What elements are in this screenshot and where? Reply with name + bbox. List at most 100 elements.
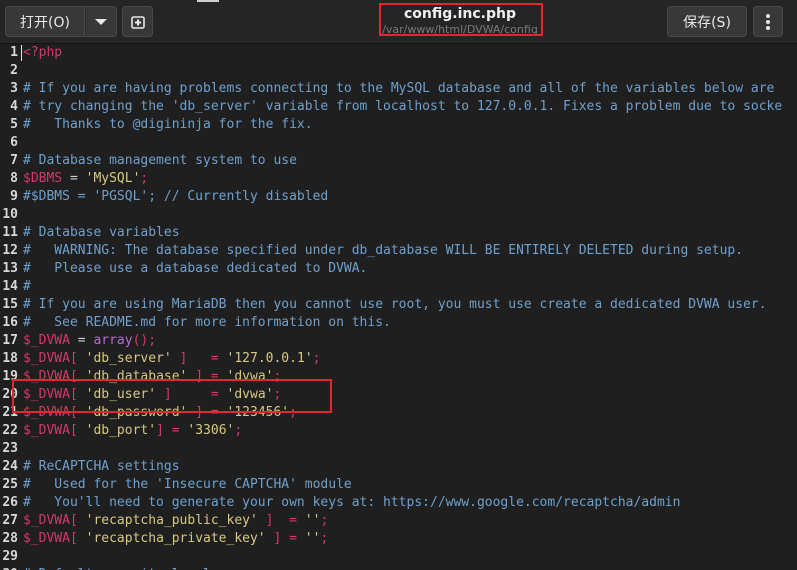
code-token: '' <box>304 513 321 528</box>
line-text: # Please use a database dedicated to DVW… <box>23 260 367 278</box>
line-number: 8 <box>10 171 18 186</box>
code-token: ; <box>140 171 149 186</box>
code-token: # If you are having problems connecting … <box>23 81 775 96</box>
save-button-label: 保存(S) <box>683 14 731 31</box>
code-line: 14 # <box>0 278 797 296</box>
line-number: 7 <box>10 153 18 168</box>
save-button[interactable]: 保存(S) <box>667 6 747 37</box>
code-line: 17 $_DVWA = array(); <box>0 332 797 350</box>
code-token: = <box>69 333 94 348</box>
new-tab-button[interactable] <box>122 6 153 37</box>
code-line: 7 # Database management system to use <box>0 152 797 170</box>
line-text: # WARNING: The database specified under … <box>23 242 743 260</box>
open-dropdown-button[interactable] <box>85 6 117 37</box>
line-text: # Database variables <box>23 224 180 242</box>
header-bar: 打开(O) config.inc.php /var/www/html/DVWA/… <box>0 0 797 44</box>
line-text: # If you are having problems connecting … <box>23 80 774 98</box>
code-token: 'db_server' <box>85 351 172 366</box>
menu-button[interactable] <box>753 6 783 37</box>
code-line: 11 # Database variables <box>0 224 797 242</box>
line-text: # Default security level <box>23 566 211 570</box>
code-token: (); <box>132 333 157 348</box>
code-token: # If you are using MariaDB then you cann… <box>23 297 767 312</box>
line-text: # See README.md for more information on … <box>23 314 391 332</box>
code-line: 30 # Default security level <box>0 566 797 570</box>
kebab-menu-icon <box>766 13 770 30</box>
code-line: 1 <?php <box>0 44 797 62</box>
code-token: $DBMS <box>23 171 63 186</box>
new-document-icon <box>130 15 145 29</box>
credentials-highlight-box <box>12 379 332 413</box>
line-text: $_DVWA[ 'db_port'] = '3306'; <box>23 422 242 440</box>
code-token: '127.0.0.1' <box>226 351 313 366</box>
line-number: 18 <box>2 351 18 366</box>
code-token: ] = <box>257 513 305 528</box>
line-text: # Used for the 'Insecure CAPTCHA' module <box>23 476 352 494</box>
code-token: # Thanks to @digininja for the fix. <box>23 117 313 132</box>
code-token: $_DVWA <box>23 333 70 348</box>
code-line: 22 $_DVWA[ 'db_port'] = '3306'; <box>0 422 797 440</box>
line-number: 24 <box>2 459 18 474</box>
open-button-label: 打开(O) <box>20 14 70 31</box>
code-token: #$DBMS = 'PGSQL'; // Currently disabled <box>23 189 329 204</box>
line-number: 28 <box>2 531 18 546</box>
code-line: 8 $DBMS = 'MySQL'; <box>0 170 797 188</box>
line-text: # Thanks to @digininja for the fix. <box>23 116 313 134</box>
line-number: 5 <box>10 117 18 132</box>
line-text: $_DVWA[ 'recaptcha_private_key' ] = ''; <box>23 530 328 548</box>
code-token: ] = <box>265 531 305 546</box>
code-token: ] = <box>171 351 227 366</box>
line-text: $_DVWA = array(); <box>23 332 156 350</box>
line-text: # You'll need to generate your own keys … <box>23 494 680 512</box>
line-number: 27 <box>2 513 18 528</box>
code-line: 2 <box>0 62 797 80</box>
line-number: 2 <box>10 63 18 78</box>
line-text: $DBMS = 'MySQL'; <box>23 170 148 188</box>
line-number: 6 <box>10 135 18 150</box>
code-token: '' <box>304 531 321 546</box>
code-line: 26 # You'll need to generate your own key… <box>0 494 797 512</box>
line-text: # <box>23 278 31 296</box>
text-cursor <box>21 45 22 61</box>
code-token: ?php <box>30 45 63 60</box>
line-number: 14 <box>2 279 18 294</box>
code-token: [ <box>69 423 86 438</box>
line-text: # try changing the 'db_server' variable … <box>23 98 782 116</box>
code-line: 15 # If you are using MariaDB then you ca… <box>0 296 797 314</box>
code-line: 13 # Please use a database dedicated to D… <box>0 260 797 278</box>
line-number: 3 <box>10 81 18 96</box>
line-number: 1 <box>10 45 18 60</box>
code-token: # See README.md for more information on … <box>23 315 391 330</box>
code-token: '3306' <box>187 423 235 438</box>
line-text: #$DBMS = 'PGSQL'; // Currently disabled <box>23 188 328 206</box>
line-number: 9 <box>10 189 18 204</box>
code-token: ; <box>320 513 329 528</box>
code-token: ; <box>234 423 243 438</box>
title-highlight-box <box>379 3 543 36</box>
code-line: 18 $_DVWA[ 'db_server' ] = '127.0.0.1'; <box>0 350 797 368</box>
line-number: 16 <box>2 315 18 330</box>
code-editor[interactable]: 1 <?php 2 3 # If you are having problems con… <box>0 44 797 570</box>
code-line: 28 $_DVWA[ 'recaptcha_private_key' ] = ''… <box>0 530 797 548</box>
line-text: $_DVWA[ 'db_server' ] = '127.0.0.1'; <box>23 350 320 368</box>
line-number: 10 <box>2 207 18 222</box>
code-line: 10 <box>0 206 797 224</box>
code-token: # Database management system to use <box>23 153 297 168</box>
line-text: # ReCAPTCHA settings <box>23 458 180 476</box>
code-token: 'MySQL' <box>85 171 141 186</box>
code-token: 'db_port' <box>85 423 157 438</box>
line-number: 17 <box>2 333 18 348</box>
code-line: 24 # ReCAPTCHA settings <box>0 458 797 476</box>
code-line: 29 <box>0 548 797 566</box>
code-token: # You'll need to generate your own keys … <box>23 495 681 510</box>
code-token: # Database variables <box>23 225 180 240</box>
line-text: <?php <box>23 44 62 62</box>
open-button[interactable]: 打开(O) <box>5 6 85 37</box>
line-number: 15 <box>2 297 18 312</box>
line-number: 4 <box>10 99 18 114</box>
code-token: [ <box>69 351 86 366</box>
code-line: 4 # try changing the 'db_server' variable… <box>0 98 797 116</box>
code-token: = <box>62 171 86 186</box>
line-number: 29 <box>2 549 18 564</box>
code-token: ] = <box>156 423 188 438</box>
